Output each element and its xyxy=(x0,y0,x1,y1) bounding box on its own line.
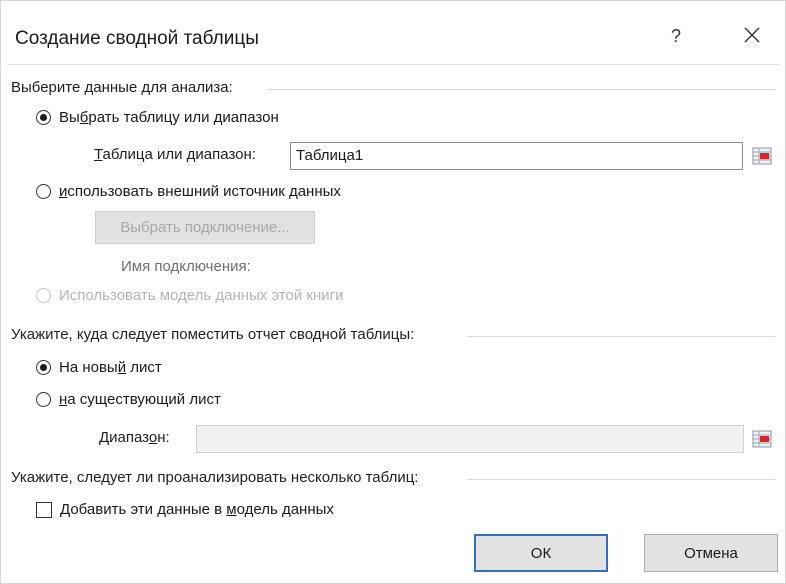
range-field-label: Таблица или диапазон: xyxy=(94,146,256,163)
help-button[interactable]: ? xyxy=(661,21,691,51)
range-select-icon xyxy=(752,147,772,165)
section-label-destination: Укажите, куда следует поместить отчет св… xyxy=(11,326,415,343)
create-pivot-table-dialog: Создание сводной таблицы ? Выберите данн… xyxy=(0,0,786,584)
radio-button-unchecked[interactable] xyxy=(36,184,51,199)
location-input[interactable] xyxy=(196,425,744,453)
checkbox-add-to-data-model-label: Добавить эти данные в модель данных xyxy=(60,501,334,518)
location-field-label: Диапазон: xyxy=(99,429,170,446)
range-collapse-button[interactable] xyxy=(747,142,777,170)
radio-use-data-model-label: Использовать модель данных этой книги xyxy=(59,287,344,304)
radio-button-checked[interactable] xyxy=(36,360,51,375)
close-icon xyxy=(744,27,760,43)
range-select-icon xyxy=(752,430,772,448)
section-label-source: Выберите данные для анализа: xyxy=(11,79,233,96)
section-divider xyxy=(267,89,775,90)
checkbox-add-to-data-model[interactable]: Добавить эти данные в модель данных xyxy=(36,501,334,518)
radio-external-source-label: использовать внешний источник данных xyxy=(59,183,341,200)
choose-connection-button[interactable]: Выбрать подключение... xyxy=(95,211,315,244)
checkbox-unchecked[interactable] xyxy=(36,501,52,518)
radio-button-disabled[interactable] xyxy=(36,288,51,303)
radio-select-range[interactable]: Выбрать таблицу или диапазон xyxy=(36,109,279,126)
radio-select-range-label: Выбрать таблицу или диапазон xyxy=(59,109,279,126)
radio-use-data-model[interactable]: Использовать модель данных этой книги xyxy=(36,287,343,304)
location-collapse-button[interactable] xyxy=(747,425,777,453)
range-input[interactable]: Таблица1 xyxy=(290,142,743,170)
radio-new-sheet[interactable]: На новый лист xyxy=(36,359,162,376)
radio-existing-sheet[interactable]: на существующий лист xyxy=(36,391,221,408)
section-label-multiple-tables: Укажите, следует ли проанализировать нес… xyxy=(11,469,419,486)
cancel-button[interactable]: Отмена xyxy=(644,534,778,572)
radio-button-unchecked[interactable] xyxy=(36,392,51,407)
close-button[interactable] xyxy=(736,21,768,51)
radio-new-sheet-label: На новый лист xyxy=(59,359,162,376)
radio-external-source[interactable]: использовать внешний источник данных xyxy=(36,183,341,200)
radio-button-checked[interactable] xyxy=(36,110,51,125)
connection-name-label: Имя подключения: xyxy=(121,258,251,275)
section-divider xyxy=(467,479,775,480)
title-bar: Создание сводной таблицы ? xyxy=(1,1,785,61)
section-divider xyxy=(467,336,775,337)
ok-button[interactable]: ОК xyxy=(474,534,608,572)
dialog-title: Создание сводной таблицы xyxy=(15,28,259,49)
radio-existing-sheet-label: на существующий лист xyxy=(59,391,221,408)
